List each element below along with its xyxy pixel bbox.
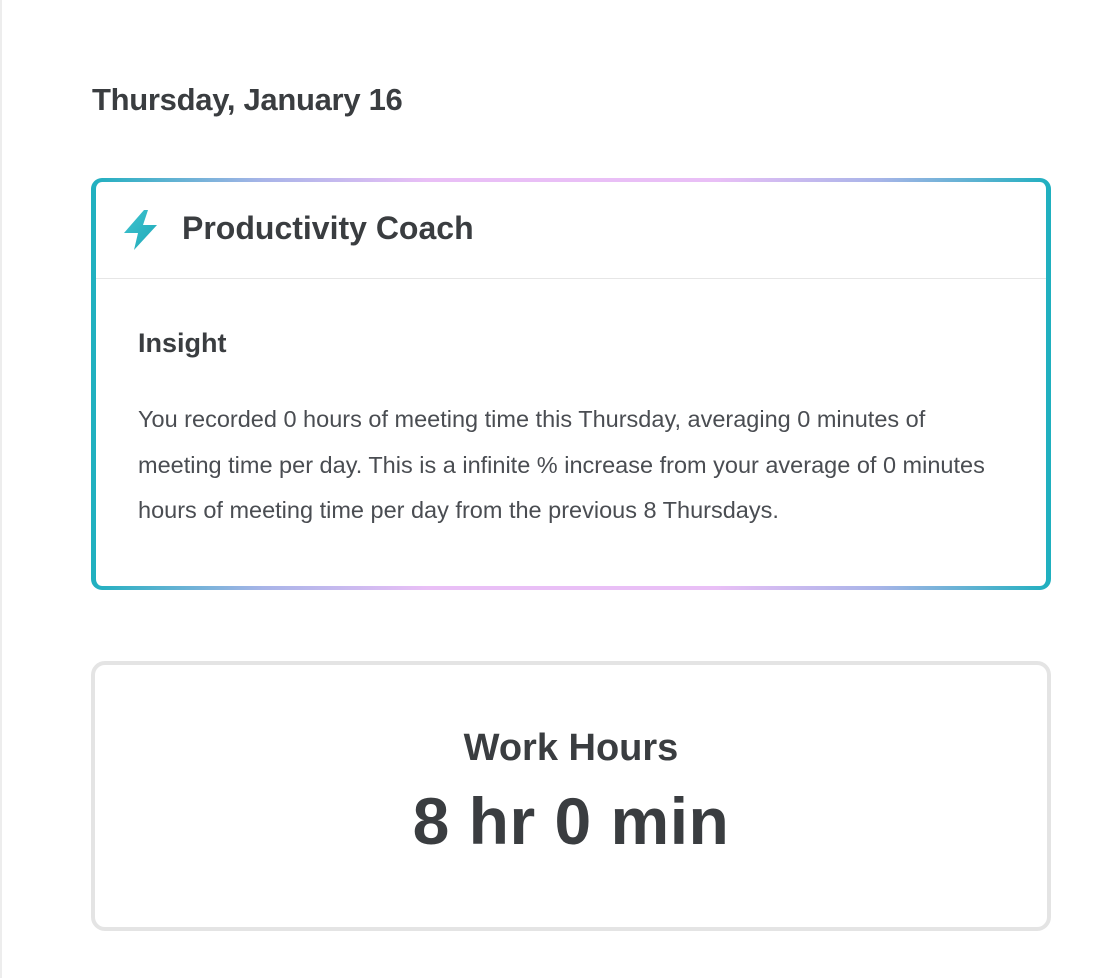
productivity-coach-title: Productivity Coach <box>182 210 474 246</box>
work-hours-label: Work Hours <box>463 727 679 769</box>
lightning-bolt-icon <box>121 209 161 251</box>
left-edge-divider <box>0 0 2 978</box>
insight-text: You recorded 0 hours of meeting time thi… <box>138 406 985 523</box>
work-hours-card: Work Hours 8 hr 0 min <box>91 661 1051 931</box>
insight-label: Insight <box>138 328 227 358</box>
work-hours-value: 8 hr 0 min <box>412 784 730 858</box>
productivity-coach-card: Productivity Coach Insight You recorded … <box>91 178 1051 590</box>
productivity-coach-header: Productivity Coach <box>96 182 1046 279</box>
date-heading: Thursday, January 16 <box>92 82 403 117</box>
productivity-coach-card-body: Productivity Coach Insight You recorded … <box>95 182 1047 586</box>
